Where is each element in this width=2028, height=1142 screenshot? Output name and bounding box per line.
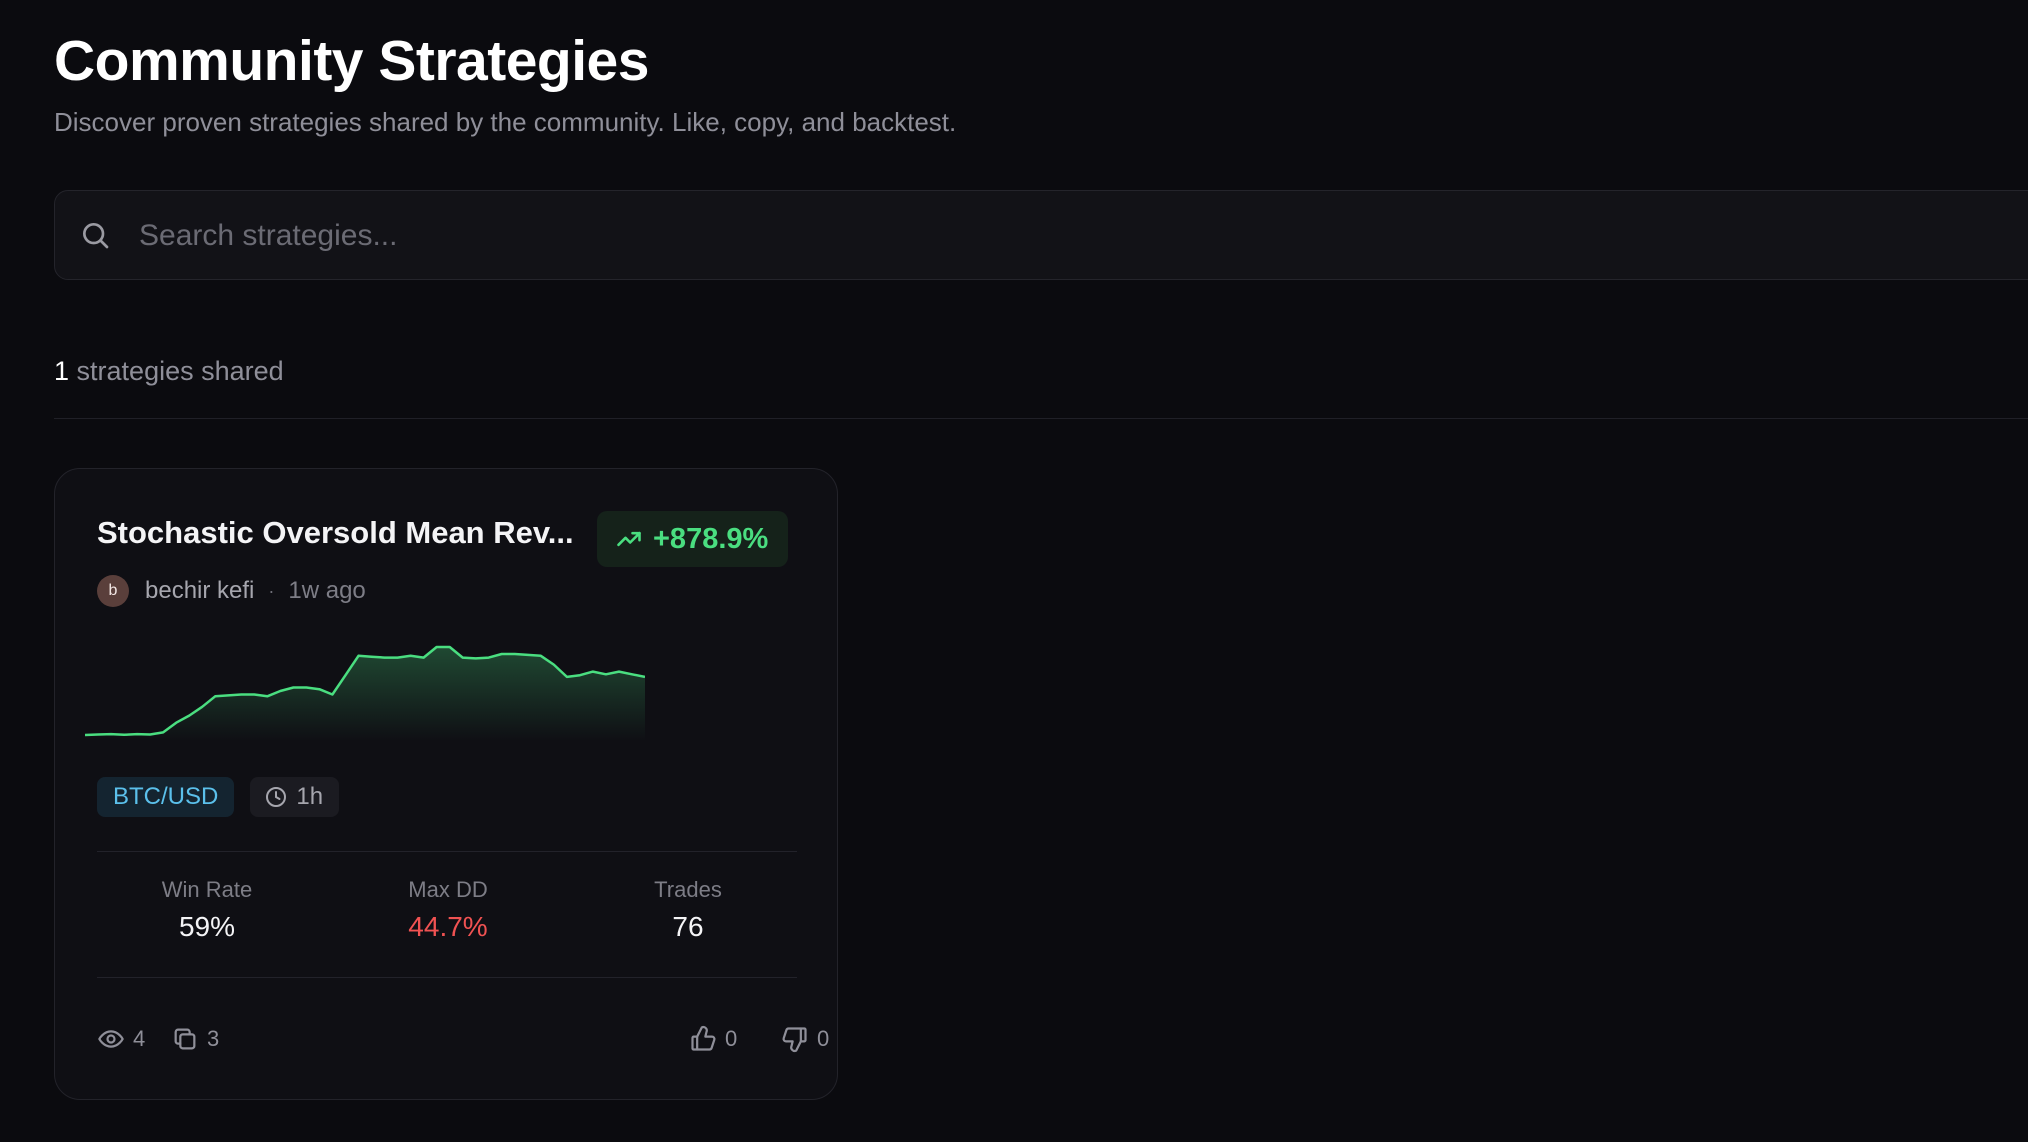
avatar[interactable]: b — [97, 575, 129, 607]
strategy-card[interactable]: Stochastic Oversold Mean Rev... +878.9% … — [54, 468, 838, 1100]
tag-row: BTC/USD 1h — [97, 777, 340, 817]
equity-sparkline — [85, 645, 645, 741]
max-dd-value: 44.7% — [408, 911, 488, 942]
card-footer: 4 3 0 0 — [97, 1021, 829, 1057]
search-bar[interactable] — [54, 190, 2028, 280]
strategies-count-number: 1 — [54, 356, 70, 386]
timeframe-tag: 1h — [250, 777, 340, 817]
stats-row: Win Rate 59% Max DD 44.7% Trades 76 — [97, 877, 797, 957]
card-divider-bottom — [97, 977, 797, 978]
page-subtitle: Discover proven strategies shared by the… — [54, 107, 957, 137]
dislikes-value: 0 — [817, 1026, 830, 1051]
thumbs-down-icon — [782, 1027, 807, 1053]
dislike-button[interactable]: 0 — [781, 1021, 829, 1057]
strategies-count-label: strategies shared — [76, 356, 284, 386]
copy-icon — [174, 1028, 196, 1050]
win-rate-label: Win Rate — [161, 877, 253, 902]
trending-up-icon — [617, 531, 641, 547]
clock-icon — [266, 787, 287, 807]
strategies-count: 1 strategies shared — [54, 356, 284, 387]
strategy-title[interactable]: Stochastic Oversold Mean Rev... — [97, 515, 597, 551]
like-button[interactable]: 0 — [689, 1021, 737, 1057]
page-title: Community Strategies — [54, 29, 649, 93]
timeframe-value: 1h — [296, 783, 324, 810]
posted-time: 1w ago — [288, 577, 366, 604]
author-row: b bechir kefi · 1w ago — [97, 575, 366, 607]
max-dd-label: Max DD — [408, 877, 488, 902]
trades-label: Trades — [654, 877, 722, 902]
copies-value: 3 — [207, 1026, 220, 1051]
section-divider — [54, 418, 2028, 419]
return-badge: +878.9% — [597, 511, 789, 567]
likes-value: 0 — [725, 1026, 738, 1051]
meta-separator: · — [268, 580, 275, 601]
views-count: 4 — [97, 1021, 145, 1057]
author-name[interactable]: bechir kefi — [145, 577, 254, 605]
stat-win-rate: Win Rate 59% — [97, 877, 317, 943]
win-rate-value: 59% — [178, 911, 236, 942]
search-icon — [83, 223, 109, 249]
card-divider-top — [97, 851, 797, 852]
return-value: +878.9% — [653, 522, 769, 555]
thumbs-up-icon — [691, 1025, 716, 1051]
page: Community Strategies Discover proven str… — [0, 0, 2028, 1142]
stat-max-dd: Max DD 44.7% — [338, 877, 558, 943]
views-value: 4 — [133, 1026, 146, 1051]
pair-tag: BTC/USD — [97, 777, 235, 817]
eye-icon — [98, 1030, 124, 1048]
copy-button[interactable]: 3 — [171, 1021, 219, 1057]
stat-trades: Trades 76 — [578, 877, 798, 943]
trades-value: 76 — [672, 911, 704, 942]
search-input[interactable] — [137, 211, 1941, 261]
